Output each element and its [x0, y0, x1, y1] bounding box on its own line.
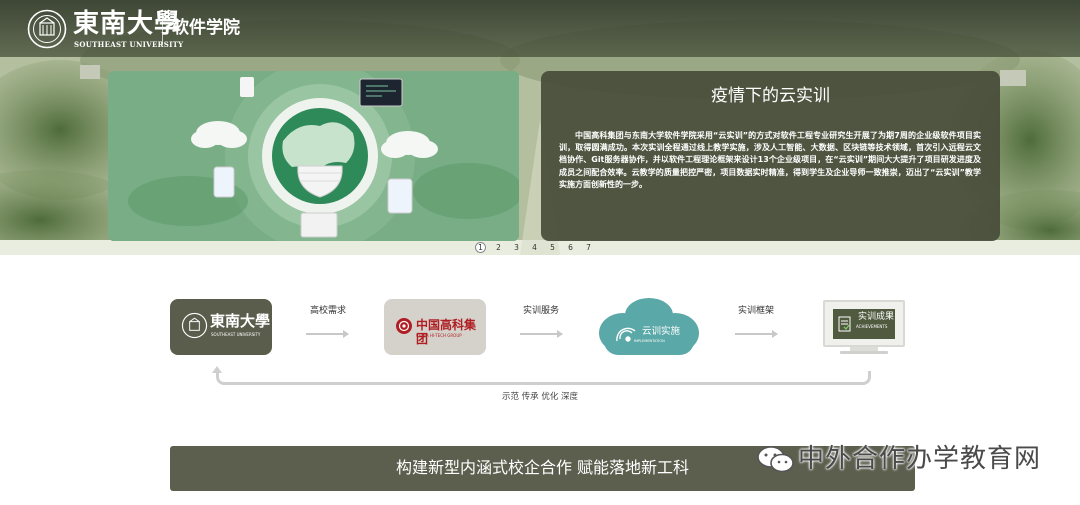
cloud-globe-illustration	[108, 71, 519, 241]
school-name[interactable]: 软件学院	[172, 17, 240, 39]
cloud-node-label: 云训实施	[642, 326, 681, 337]
header-divider	[162, 13, 163, 45]
seu-emblem-icon	[181, 312, 208, 339]
page-dot-6[interactable]: 6	[565, 242, 576, 253]
university-en-name: SOUTHEAST UNIVERSITY	[74, 40, 184, 49]
china-hitech-en: CHINA HI-TECH GROUP	[416, 333, 462, 338]
seu-emblem-icon	[27, 9, 67, 49]
certificate-icon	[838, 316, 851, 332]
page-dot-4[interactable]: 4	[529, 242, 540, 253]
university-name[interactable]: 東南大學	[73, 9, 181, 39]
page-dot-3[interactable]: 3	[511, 242, 522, 253]
slide-text-panel: 疫情下的云实训 中国高科集团与东南大学软件学院采用“云实训”的方式对软件工程专业…	[541, 71, 1000, 241]
flow-arrow-2	[520, 330, 563, 338]
china-hitech-emblem-icon	[396, 318, 412, 334]
cloud-node-sub: IMPLEMENTATION	[634, 339, 665, 343]
page-dot-5[interactable]: 5	[547, 242, 558, 253]
slide-image[interactable]	[108, 71, 519, 241]
slide-pagination: 1 2 3 4 5 6 7	[475, 242, 594, 254]
flow-label-service: 实训服务	[522, 306, 559, 316]
flow-arrow-1	[306, 330, 349, 338]
page-dot-7[interactable]: 7	[583, 242, 594, 253]
hero-banner: 東南大學 SOUTHEAST UNIVERSITY 软件学院 疫情下的云实训 中…	[0, 0, 1080, 255]
results-sub: ACHIEVEMENTS	[856, 324, 888, 329]
return-loop-line	[216, 371, 871, 385]
wechat-icon	[757, 446, 794, 473]
china-hitech-label: 中国高科集团	[416, 318, 477, 346]
page: 東南大學 SOUTHEAST UNIVERSITY 软件学院 疫情下的云实训 中…	[0, 0, 1080, 505]
slide-body: 中国高科集团与东南大学软件学院采用“云实训”的方式对软件工程专业研究生开展了为期…	[559, 131, 981, 189]
watermark: 中外合作办学教育网	[756, 442, 1056, 478]
results-label: 实训成果	[858, 312, 895, 322]
flow-label-demand: 高校需求	[309, 306, 346, 316]
flow-arrow-3	[735, 330, 778, 338]
page-dot-2[interactable]: 2	[493, 242, 504, 253]
flow-label-framework: 实训框架	[737, 306, 774, 316]
watermark-text: 中外合作办学教育网	[798, 444, 1042, 474]
seu-node-label: 東南大學	[210, 312, 271, 330]
monitor-base	[840, 351, 888, 354]
return-loop-label: 示范 传承 优化 深度	[501, 392, 579, 402]
seu-node-en: SOUTHEAST UNIVERSITY	[211, 332, 261, 337]
page-dot-1[interactable]: 1	[475, 242, 486, 253]
seu-node: 東南大學 SOUTHEAST UNIVERSITY	[170, 299, 272, 355]
china-hitech-node: 中国高科集团 CHINA HI-TECH GROUP	[384, 299, 486, 355]
site-header: 東南大學 SOUTHEAST UNIVERSITY 软件学院	[0, 0, 1080, 57]
slide-title[interactable]: 疫情下的云实训	[541, 85, 1000, 107]
